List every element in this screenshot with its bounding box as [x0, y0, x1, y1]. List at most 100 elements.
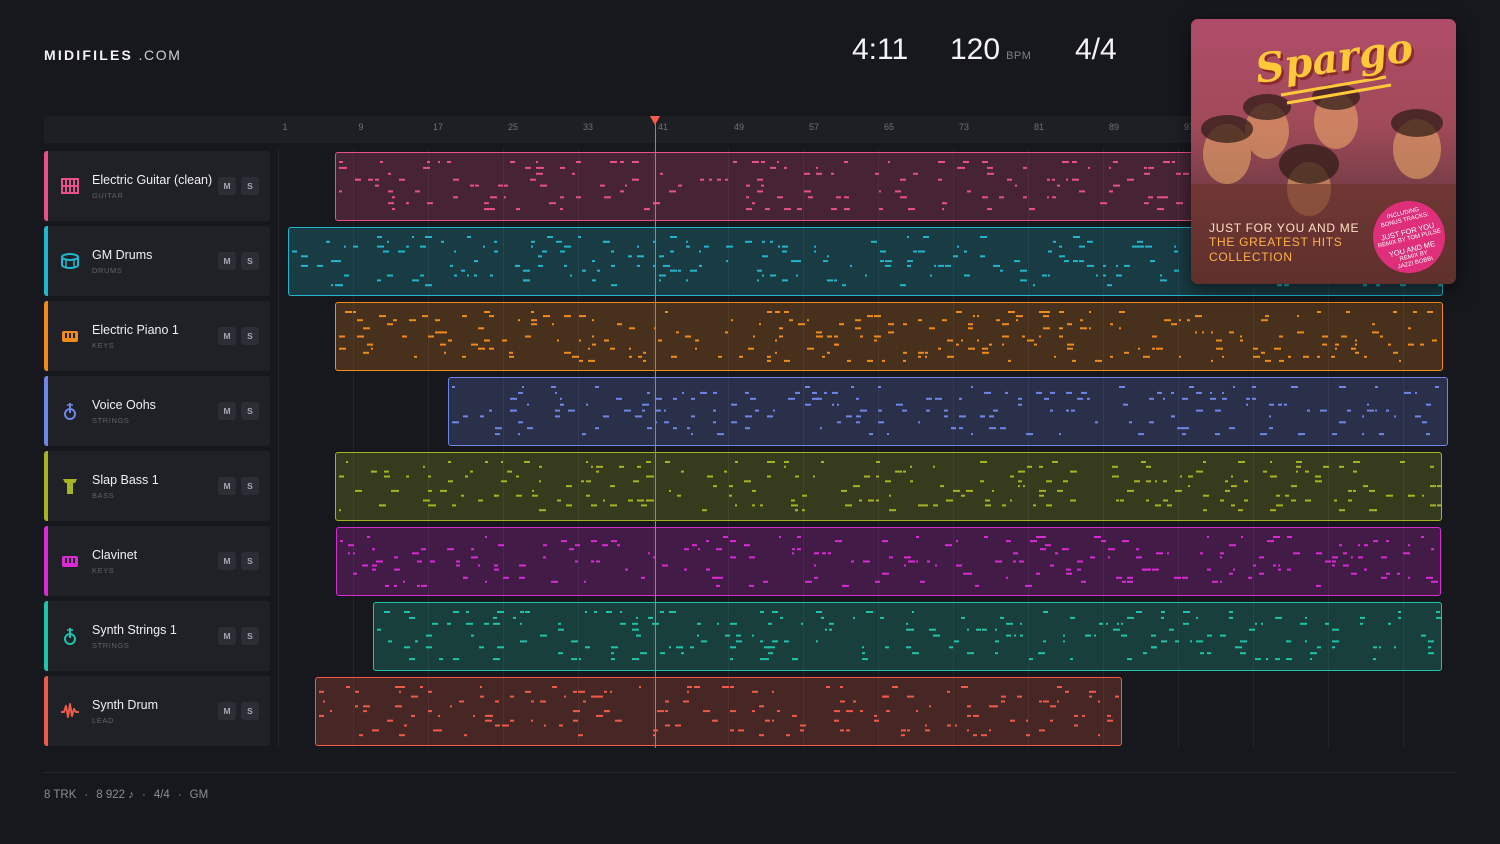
separator: · [141, 789, 146, 801]
track-name: Voice Oohs [92, 398, 156, 412]
solo-button[interactable]: S [241, 177, 259, 195]
tempo-value: 120 [950, 33, 1001, 66]
track-color-stripe [44, 151, 48, 221]
bass-icon [60, 476, 80, 496]
mute-button[interactable]: M [218, 252, 236, 270]
bar-number: 33 [582, 122, 594, 132]
track-name: GM Drums [92, 248, 153, 262]
mute-button[interactable]: M [218, 477, 236, 495]
bar-number: 1 [282, 122, 288, 132]
violin-icon [60, 401, 80, 421]
track-name: Clavinet [92, 548, 138, 562]
track-header[interactable]: Voice Oohs STRINGS M S [44, 376, 270, 446]
note-pattern [377, 611, 1441, 661]
bar-number: 65 [883, 122, 895, 132]
song-time: 4:11 [852, 33, 909, 66]
footer-divider [44, 772, 1456, 773]
drum-icon [60, 251, 80, 271]
mute-button[interactable]: M [218, 552, 236, 570]
separator: · [177, 789, 182, 801]
track-color-stripe [44, 601, 48, 671]
guitar-icon [60, 176, 80, 196]
midi-clip[interactable] [336, 527, 1441, 596]
bar-number: 17 [432, 122, 444, 132]
track-header[interactable]: Synth Strings 1 STRINGS M S [44, 601, 270, 671]
midi-clip[interactable] [315, 677, 1122, 746]
solo-button[interactable]: S [241, 552, 259, 570]
album-cover: Spargo JUST FOR YOU AND ME THE GREATEST … [1191, 19, 1456, 284]
logo-suffix: .COM [133, 47, 182, 63]
note-pattern [339, 311, 1437, 362]
track-name: Synth Drum [92, 698, 158, 712]
track-name: Slap Bass 1 [92, 473, 159, 487]
violin-icon [60, 626, 80, 646]
mute-button[interactable]: M [218, 627, 236, 645]
waveform-icon [60, 701, 80, 721]
midi-clip[interactable] [335, 452, 1442, 521]
track-color-stripe [44, 226, 48, 296]
tempo-unit: BPM [1006, 50, 1032, 62]
track-category: STRINGS [92, 416, 130, 425]
keys-icon [60, 551, 80, 571]
playhead[interactable] [655, 124, 656, 748]
track-count: 8 TRK [44, 789, 77, 801]
bar-number: 89 [1108, 122, 1120, 132]
note-pattern [319, 686, 1119, 737]
track-category: STRINGS [92, 641, 130, 650]
logo-text: MIDIFILES [44, 47, 134, 63]
note-count: 8 922 ♪ [96, 789, 134, 801]
separator: · [84, 789, 89, 801]
note-pattern [452, 386, 1439, 436]
grid-line [278, 148, 279, 748]
site-logo[interactable]: MIDIFILES .COM [44, 47, 181, 63]
midi-clip[interactable] [335, 302, 1443, 371]
note-pattern [340, 536, 1438, 587]
footer-stats: 8 TRK · 8 922 ♪ · 4/4 · GM [44, 789, 208, 801]
note-pattern [339, 461, 1441, 512]
bar-number: 25 [507, 122, 519, 132]
track-color-stripe [44, 376, 48, 446]
track-color-stripe [44, 451, 48, 521]
bar-number: 49 [733, 122, 745, 132]
tempo-display: 120 BPM [950, 33, 1031, 67]
track-category: KEYS [92, 566, 115, 575]
solo-button[interactable]: S [241, 627, 259, 645]
track-category: GUITAR [92, 191, 124, 200]
track-category: KEYS [92, 341, 115, 350]
track-name: Electric Piano 1 [92, 323, 179, 337]
solo-button[interactable]: S [241, 402, 259, 420]
playhead-marker[interactable] [650, 116, 660, 125]
bar-number: 57 [808, 122, 820, 132]
track-header[interactable]: Slap Bass 1 BASS M S [44, 451, 270, 521]
solo-button[interactable]: S [241, 252, 259, 270]
mute-button[interactable]: M [218, 402, 236, 420]
midi-clip[interactable] [448, 377, 1448, 446]
track-header[interactable]: Clavinet KEYS M S [44, 526, 270, 596]
midi-clip[interactable] [373, 602, 1442, 671]
track-color-stripe [44, 526, 48, 596]
solo-button[interactable]: S [241, 327, 259, 345]
track-header[interactable]: Electric Piano 1 KEYS M S [44, 301, 270, 371]
track-header[interactable]: GM Drums DRUMS M S [44, 226, 270, 296]
track-color-stripe [44, 676, 48, 746]
track-category: DRUMS [92, 266, 123, 275]
bar-number: 9 [358, 122, 364, 132]
mute-button[interactable]: M [218, 702, 236, 720]
track-header[interactable]: Electric Guitar (clean) GUITAR M S [44, 151, 270, 221]
solo-button[interactable]: S [241, 477, 259, 495]
time-signature: 4/4 [1075, 33, 1117, 66]
track-category: BASS [92, 491, 115, 500]
bar-number: 81 [1033, 122, 1045, 132]
track-category: LEAD [92, 716, 114, 725]
midi-standard: GM [189, 789, 209, 801]
mute-button[interactable]: M [218, 327, 236, 345]
track-name: Electric Guitar (clean) [92, 173, 213, 187]
footer-meter: 4/4 [153, 789, 170, 801]
track-name: Synth Strings 1 [92, 623, 177, 637]
mute-button[interactable]: M [218, 177, 236, 195]
piano-icon [60, 326, 80, 346]
track-header[interactable]: Synth Drum LEAD M S [44, 676, 270, 746]
solo-button[interactable]: S [241, 702, 259, 720]
album-subtitle-2: COLLECTION [1209, 250, 1293, 264]
track-color-stripe [44, 301, 48, 371]
